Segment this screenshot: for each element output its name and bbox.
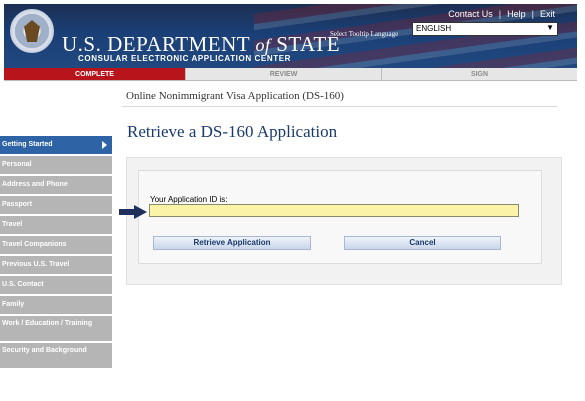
sidebar-item-security-background[interactable]: Security and Background (0, 343, 112, 368)
application-id-input[interactable] (149, 204, 519, 217)
language-selected-value: ENGLISH (416, 24, 452, 33)
sidebar-item-personal[interactable]: Personal (0, 156, 112, 174)
sidebar-item-travel[interactable]: Travel (0, 216, 112, 234)
sidebar-item-family[interactable]: Family (0, 296, 112, 314)
pointer-arrow-icon (119, 205, 147, 219)
sidebar-item-address-and-phone[interactable]: Address and Phone (0, 176, 112, 194)
sidebar-item-previous-us-travel[interactable]: Previous U.S. Travel (0, 256, 112, 274)
application-id-label: Your Application ID is: (150, 195, 228, 204)
sidebar-item-travel-companions[interactable]: Travel Companions (0, 236, 112, 254)
sidebar-item-work-education[interactable]: Work / Education / Training (0, 316, 112, 341)
dropdown-arrow-icon: ▼ (546, 23, 554, 32)
tab-sign[interactable]: SIGN (382, 68, 577, 80)
sidebar-item-getting-started[interactable]: Getting Started (0, 136, 112, 154)
tooltip-language-select[interactable]: ENGLISH ▼ (412, 22, 558, 36)
tab-review[interactable]: REVIEW (186, 68, 382, 80)
caret-right-icon (102, 141, 107, 149)
tab-complete[interactable]: COMPLETE (4, 68, 186, 80)
site-header: U.S. DEPARTMENT of STATE CONSULAR ELECTR… (4, 4, 577, 68)
tooltip-language-label: Select Tooltip Language (330, 30, 399, 38)
progress-tabs: COMPLETE REVIEW SIGN (4, 68, 577, 81)
sidebar-item-label: Getting Started (2, 141, 53, 148)
department-subtitle: CONSULAR ELECTRONIC APPLICATION CENTER (78, 54, 292, 63)
help-link[interactable]: Help (501, 9, 532, 19)
exit-link[interactable]: Exit (534, 9, 561, 19)
contact-us-link[interactable]: Contact Us (442, 9, 499, 19)
page-title: Retrieve a DS-160 Application (127, 122, 338, 141)
retrieve-application-button[interactable]: Retrieve Application (153, 236, 311, 250)
cancel-button[interactable]: Cancel (344, 236, 501, 250)
form-title-divider (122, 106, 557, 107)
sidebar-item-us-contact[interactable]: U.S. Contact (0, 276, 112, 294)
top-links: Contact Us | Help | Exit (442, 9, 561, 19)
state-department-seal-icon (10, 9, 54, 53)
form-title: Online Nonimmigrant Visa Application (DS… (126, 90, 344, 102)
sidebar-item-passport[interactable]: Passport (0, 196, 112, 214)
sidebar-nav: Getting Started Personal Address and Pho… (0, 136, 112, 370)
